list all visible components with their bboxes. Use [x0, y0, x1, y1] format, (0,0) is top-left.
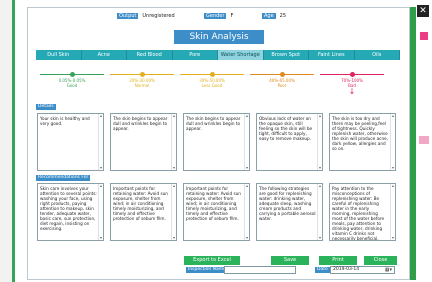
- scale-level: Poor: [277, 83, 287, 88]
- detail-textbox[interactable]: The skin begins to appear dull and wrink…: [183, 113, 250, 171]
- print-button[interactable]: Print: [319, 256, 357, 265]
- textbox-text: The following strategies are good for re…: [259, 186, 316, 221]
- header-field-output: Output Unregistered: [117, 13, 175, 19]
- date-label: Date: [315, 267, 330, 273]
- pink-marker-mid: [419, 136, 429, 144]
- recommend-label: Recommendations For: [36, 175, 91, 181]
- textbox-scrollbar[interactable]: [98, 184, 103, 240]
- recommendation-textbox[interactable]: Pay attention to the misconceptions of r…: [329, 183, 396, 241]
- textbox-scrollbar[interactable]: [390, 114, 395, 170]
- textbox-text: Obvious lack of water on the opaque skin…: [259, 116, 313, 141]
- textbox-text: The skin begins to appear dull and wrink…: [113, 116, 168, 131]
- scale-segment: 0.05%-0.05% Good: [40, 72, 104, 96]
- category-tabs: Dull Skin Acne Red Blood Pore Water Shortage…: [36, 50, 400, 60]
- textbox-scrollbar[interactable]: [317, 184, 322, 240]
- right-accent-bar: [410, 7, 416, 280]
- date-input[interactable]: 2019-03-14 ▦▾: [330, 266, 395, 274]
- tab-faint-lines[interactable]: Faint Lines: [309, 50, 355, 60]
- recommendation-textbox[interactable]: Important points for retaining water: Av…: [183, 183, 250, 241]
- textbox-scrollbar[interactable]: [244, 184, 249, 240]
- header-field-age: Age 25: [262, 13, 286, 19]
- inspector-label: Inspection Name: [186, 267, 228, 273]
- date-value: 2019-03-14: [333, 267, 360, 272]
- tab-oils[interactable]: Oils: [355, 50, 400, 60]
- textbox-scrollbar[interactable]: [390, 184, 395, 240]
- recommendation-textbox[interactable]: Skin care involves your attention to sev…: [37, 183, 104, 241]
- textbox-text: Pay attention to the misconceptions of r…: [332, 186, 385, 241]
- gender-value: F: [230, 13, 234, 19]
- textbox-scrollbar[interactable]: [244, 114, 249, 170]
- recommendation-textbox[interactable]: Important points for retaining water: Av…: [110, 183, 177, 241]
- inspector-input[interactable]: [224, 266, 296, 274]
- output-label: Output: [117, 13, 139, 19]
- output-value: Unregistered: [142, 13, 175, 19]
- scale-dot: [210, 72, 215, 77]
- detail-textbox[interactable]: The skin is too dry and there may be pee…: [329, 113, 396, 171]
- scale-dot: [140, 72, 145, 77]
- header-field-gender: Gender F: [204, 13, 233, 19]
- textbox-text: Skin care involves your attention to sev…: [40, 186, 97, 231]
- textbox-scrollbar[interactable]: [98, 114, 103, 170]
- tab-water-shortage[interactable]: Water Shortage: [218, 50, 264, 60]
- recommendation-textbox[interactable]: The following strategies are good for re…: [256, 183, 323, 241]
- left-accent-bar: [12, 0, 15, 282]
- tab-acne[interactable]: Acne: [82, 50, 127, 60]
- textbox-text: The skin begins to appear dull and wrink…: [186, 116, 241, 131]
- textbox-text: Important points for retaining water: Av…: [113, 186, 168, 221]
- page-title: Skin Analysis Report: [174, 30, 264, 56]
- scale-segment: 30%-50.00% Less Good: [180, 72, 244, 96]
- textbox-text: The skin is too dry and there may be pee…: [332, 116, 389, 151]
- tab-pore[interactable]: Pore: [173, 50, 218, 60]
- textbox-scrollbar[interactable]: [171, 114, 176, 170]
- scale-segment: 70%-100% Bad ↓: [320, 72, 384, 96]
- scale-dot: [280, 72, 285, 77]
- detail-textbox[interactable]: Obvious lack of water on the opaque skin…: [256, 113, 323, 171]
- save-button[interactable]: Save: [271, 256, 309, 265]
- scale-dot: [350, 72, 355, 77]
- pink-marker-top: [420, 32, 428, 40]
- details-label: Details: [36, 104, 56, 110]
- tab-dull-skin[interactable]: Dull Skin: [36, 50, 82, 60]
- gender-label: Gender: [204, 13, 227, 19]
- textbox-scrollbar[interactable]: [171, 184, 176, 240]
- textbox-text: Your skin is healthy and very good.: [40, 116, 90, 126]
- age-value: 25: [279, 13, 287, 19]
- tab-brown-spot[interactable]: Brown Spot: [264, 50, 309, 60]
- scale-level: Less Good: [201, 83, 223, 88]
- scale-dot: [70, 72, 75, 77]
- selected-level-arrow-icon: ↓: [348, 87, 356, 96]
- scale-segment: 40%-65.00% Poor: [250, 72, 314, 96]
- close-button[interactable]: Close: [364, 256, 397, 265]
- tab-red-blood[interactable]: Red Blood: [127, 50, 173, 60]
- detail-textbox[interactable]: The skin begins to appear dull and wrink…: [110, 113, 177, 171]
- scale-level: Normal: [134, 83, 150, 88]
- screen: ✕ Output Unregistered Gender F Age 25 Skin …: [0, 0, 432, 282]
- desktop-left-edge: [0, 0, 12, 282]
- age-label: Age: [262, 13, 276, 19]
- textbox-text: Important points for retaining water: Av…: [186, 186, 241, 221]
- calendar-dropdown-icon[interactable]: ▦▾: [385, 267, 392, 273]
- detail-textbox[interactable]: Your skin is healthy and very good.: [37, 113, 104, 171]
- textbox-scrollbar[interactable]: [317, 114, 322, 170]
- close-icon[interactable]: ✕: [417, 5, 429, 17]
- export-excel-button[interactable]: Export to Excel: [184, 256, 240, 265]
- scale-level: Good: [66, 83, 78, 88]
- scale-segment: 20%-30.00% Normal: [110, 72, 174, 96]
